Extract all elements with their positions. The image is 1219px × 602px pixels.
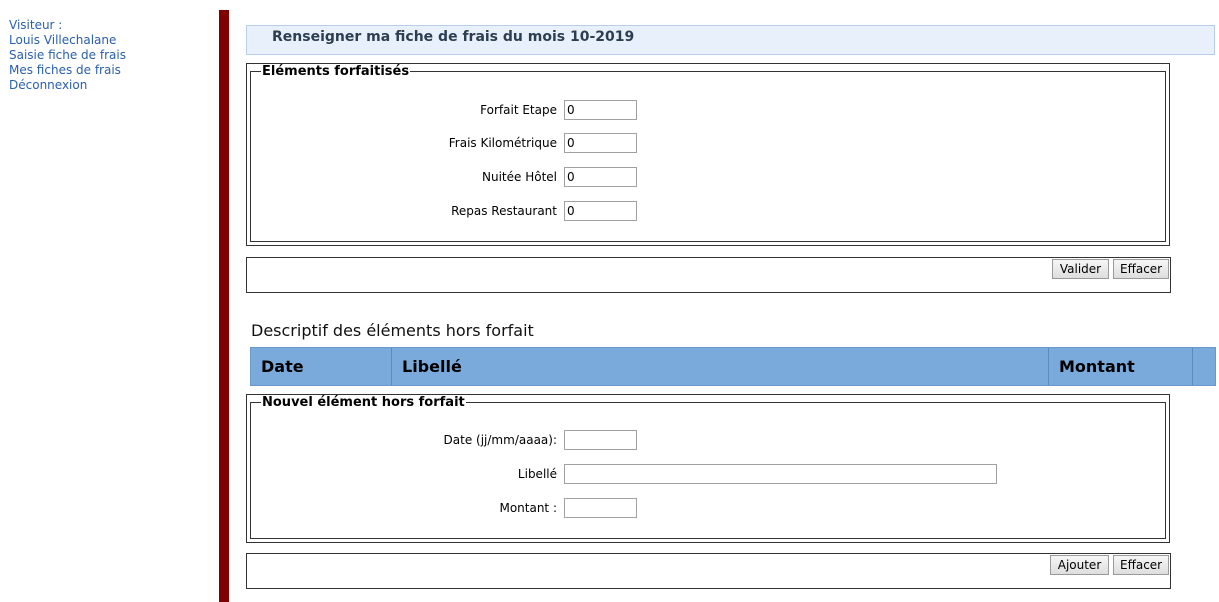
column-separator <box>1192 348 1193 385</box>
forfait-button-pane: Valider Effacer <box>246 257 1171 293</box>
date-label: Date (jj/mm/aaaa): <box>443 433 557 447</box>
nouvel-element-fieldset: Nouvel élément hors forfait Date (jj/mm/… <box>246 394 1170 543</box>
hors-forfait-table-header: Date Libellé Montant <box>250 347 1216 386</box>
forfait-row-etape: Forfait Etape 0 <box>247 100 1169 120</box>
column-header-montant: Montant <box>1059 357 1135 376</box>
page-title-box: Renseigner ma fiche de frais du mois 10-… <box>246 25 1215 55</box>
frais-km-label: Frais Kilométrique <box>448 136 557 150</box>
frais-km-input[interactable]: 0 <box>564 133 637 153</box>
date-input[interactable] <box>564 430 637 450</box>
forfait-row-repas: Repas Restaurant 0 <box>247 201 1169 221</box>
forfait-etape-input[interactable]: 0 <box>564 100 637 120</box>
column-header-libelle: Libellé <box>402 357 462 376</box>
montant-label: Montant : <box>499 501 557 515</box>
forfait-etape-label: Forfait Etape <box>480 103 557 117</box>
left-menu: Visiteur : Louis Villechalane Saisie fic… <box>9 18 126 93</box>
nuitee-hotel-label: Nuitée Hôtel <box>482 170 557 184</box>
menu-link-deconnexion[interactable]: Déconnexion <box>9 78 126 93</box>
repas-restaurant-input[interactable]: 0 <box>564 201 637 221</box>
ajouter-button[interactable]: Ajouter <box>1050 555 1109 575</box>
forfait-row-hotel: Nuitée Hôtel 0 <box>247 167 1169 187</box>
menu-link-mes-fiches[interactable]: Mes fiches de frais <box>9 63 126 78</box>
visitor-name: Louis Villechalane <box>9 33 117 47</box>
hors-forfait-heading: Descriptif des éléments hors forfait <box>251 321 534 340</box>
libelle-input[interactable] <box>564 464 997 484</box>
visitor-label: Visiteur : <box>9 18 63 32</box>
libelle-label: Libellé <box>517 467 557 481</box>
column-header-date: Date <box>261 357 304 376</box>
forfait-fieldset: Eléments forfaitisés Forfait Etape 0 Fra… <box>246 63 1170 246</box>
nuitee-hotel-input[interactable]: 0 <box>564 167 637 187</box>
montant-input[interactable] <box>564 498 637 518</box>
nouvel-row-montant: Montant : <box>247 498 1169 518</box>
nouvel-element-legend: Nouvel élément hors forfait <box>261 395 466 411</box>
nouvel-button-pane: Ajouter Effacer <box>246 553 1171 589</box>
repas-restaurant-label: Repas Restaurant <box>451 204 557 218</box>
effacer-forfait-button[interactable]: Effacer <box>1113 259 1169 279</box>
nouvel-row-date: Date (jj/mm/aaaa): <box>247 430 1169 450</box>
forfait-legend: Eléments forfaitisés <box>261 64 411 80</box>
effacer-nouvel-button[interactable]: Effacer <box>1113 555 1169 575</box>
menu-link-saisie-fiche[interactable]: Saisie fiche de frais <box>9 48 126 63</box>
sidebar-divider <box>219 10 229 602</box>
page: Visiteur : Louis Villechalane Saisie fic… <box>0 0 1219 602</box>
valider-button[interactable]: Valider <box>1052 259 1109 279</box>
nouvel-row-libelle: Libellé <box>247 464 1169 484</box>
forfait-row-km: Frais Kilométrique 0 <box>247 133 1169 153</box>
page-title: Renseigner ma fiche de frais du mois 10-… <box>272 29 635 45</box>
